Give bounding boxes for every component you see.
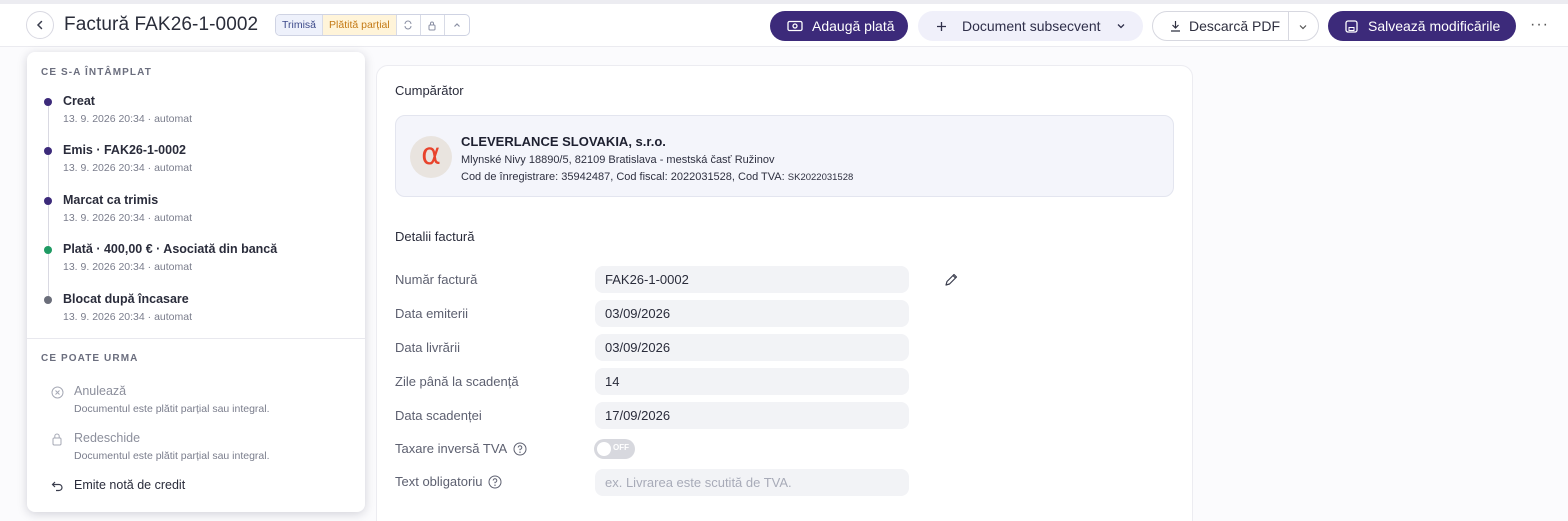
mandatory-text-label-row: Text obligatoriu	[395, 474, 502, 489]
timeline-dot	[44, 296, 52, 304]
timeline-dot	[44, 246, 52, 254]
timeline-item: Blocat după încasare 13. 9. 2026 20:34 ·…	[41, 292, 351, 332]
timeline-item-meta: 13. 9. 2026 20:34 · automat	[63, 162, 193, 174]
credit-note-action-title: Emite notă de credit	[74, 478, 186, 492]
buyer-address: Mlynské Nivy 18890/5, 82109 Bratislava -…	[461, 154, 775, 166]
buyer-logo: α	[410, 136, 452, 178]
toggle-state-text: OFF	[613, 443, 629, 452]
timeline-item: Emis · FAK26-1-0002 13. 9. 2026 20:34 · …	[41, 143, 351, 183]
pencil-edit-icon[interactable]	[943, 272, 959, 288]
download-split-divider	[1288, 12, 1289, 40]
invoice-number-field[interactable]: FAK26-1-0002	[595, 266, 909, 293]
save-icon	[1345, 19, 1358, 33]
due-date-field[interactable]: 17/09/2026	[595, 402, 909, 429]
history-section-title: CE S-A ÎNTÂMPLAT	[41, 67, 152, 78]
timeline-dot	[44, 147, 52, 155]
timeline-dot	[44, 98, 52, 106]
reverse-charge-toggle[interactable]: OFF	[594, 439, 635, 459]
save-changes-button[interactable]: Salvează modificările	[1328, 11, 1516, 41]
panel-divider	[27, 338, 365, 339]
more-options-icon[interactable]: ···	[1530, 16, 1549, 34]
chevron-down-icon[interactable]	[1298, 22, 1308, 32]
timeline-item-meta: 13. 9. 2026 20:34 · automat	[63, 261, 193, 273]
delivery-date-label: Data livrării	[395, 340, 461, 355]
status-badges: Trimisă Plătită parțial	[275, 14, 470, 36]
download-icon	[1171, 21, 1180, 32]
timeline-item-title: Marcat ca trimis	[63, 193, 159, 207]
timeline-item-title: Creat	[63, 94, 95, 108]
save-changes-label: Salvează modificările	[1368, 18, 1501, 34]
chevron-down-icon	[1117, 24, 1124, 29]
cancel-circle-icon	[49, 384, 65, 400]
buyer-codes-text: Cod de înregistrare: 35942487, Cod fisca…	[461, 171, 785, 183]
timeline-item-title: Plată · 400,00 € · Asociată din bancă	[63, 242, 278, 256]
invoice-card: Cumpărător α CLEVERLANCE SLOVAKIA, s.r.o…	[376, 65, 1193, 521]
delivery-date-field[interactable]: 03/09/2026	[595, 334, 909, 361]
issue-date-label: Data emiterii	[395, 306, 468, 321]
credit-note-action[interactable]: Emite notă de credit	[49, 478, 359, 498]
subsequent-document-label: Document subsecvent	[962, 18, 1101, 34]
sync-icon[interactable]	[397, 15, 421, 35]
issue-date-field[interactable]: 03/09/2026	[595, 300, 909, 327]
status-badge-sent: Trimisă	[276, 15, 324, 35]
lock-icon	[49, 431, 65, 447]
reverse-charge-label: Taxare inversă TVA	[395, 441, 508, 456]
cancel-action-title: Anulează	[74, 384, 127, 398]
due-date-label: Data scadenței	[395, 408, 482, 423]
timeline-item: Creat 13. 9. 2026 20:34 · automat	[41, 94, 351, 134]
undo-arrow-icon	[49, 478, 65, 494]
timeline-item: Marcat ca trimis 13. 9. 2026 20:34 · aut…	[41, 193, 351, 233]
toggle-knob	[597, 442, 611, 456]
help-icon[interactable]	[513, 442, 527, 456]
download-pdf-button[interactable]: Descarcă PDF	[1152, 11, 1319, 41]
due-days-field[interactable]: 14	[595, 368, 909, 395]
timeline-dot	[44, 197, 52, 205]
buyer-section-label: Cumpărător	[395, 83, 464, 98]
mandatory-text-label: Text obligatoriu	[395, 474, 483, 489]
lock-icon[interactable]	[421, 15, 445, 35]
page-title: Factură FAK26-1-0002	[64, 14, 259, 35]
reopen-action-title: Redeschide	[74, 431, 141, 445]
timeline-item: Plată · 400,00 € · Asociată din bancă 13…	[41, 242, 351, 282]
timeline-item-meta: 13. 9. 2026 20:34 · automat	[63, 113, 193, 125]
next-section-title: CE POATE URMA	[41, 353, 139, 364]
buyer-codes: Cod de înregistrare: 35942487, Cod fisca…	[461, 171, 853, 183]
cash-icon	[787, 20, 803, 32]
history-panel: CE S-A ÎNTÂMPLAT Creat 13. 9. 2026 20:34…	[27, 52, 365, 512]
download-pdf-label: Descarcă PDF	[1189, 18, 1281, 34]
chevron-up-icon[interactable]	[445, 15, 469, 35]
buyer-logo-letter: α	[421, 137, 441, 172]
invoice-number-label: Număr factură	[395, 272, 478, 287]
add-payment-button[interactable]: Adaugă plată	[770, 11, 908, 41]
back-button[interactable]	[26, 11, 54, 39]
chevron-left-icon	[36, 20, 43, 30]
reopen-action-desc: Documentul este plătit parțial sau integ…	[74, 450, 270, 462]
cancel-action[interactable]: Anulează Documentul este plătit parțial …	[49, 384, 359, 424]
details-section-label: Detalii factură	[395, 229, 475, 244]
buyer-vat-code: SK2022031528	[787, 172, 854, 183]
mandatory-text-field[interactable]: ex. Livrarea este scutită de TVA.	[595, 469, 909, 496]
add-payment-label: Adaugă plată	[812, 18, 895, 34]
timeline-item-title: Emis · FAK26-1-0002	[63, 143, 186, 157]
header-bar: Factură FAK26-1-0002 Trimisă Plătită par…	[0, 4, 1568, 47]
timeline-item-meta: 13. 9. 2026 20:34 · automat	[63, 311, 193, 323]
subsequent-document-button[interactable]: Document subsecvent	[918, 11, 1143, 41]
status-badge-partial: Plătită parțial	[323, 15, 397, 35]
reopen-action[interactable]: Redeschide Documentul este plătit parția…	[49, 431, 359, 471]
plus-icon	[937, 21, 946, 31]
reverse-charge-label-row: Taxare inversă TVA	[395, 441, 527, 456]
buyer-name: CLEVERLANCE SLOVAKIA, s.r.o.	[461, 134, 666, 149]
timeline-item-meta: 13. 9. 2026 20:34 · automat	[63, 212, 193, 224]
help-icon[interactable]	[488, 475, 502, 489]
buyer-box[interactable]: α CLEVERLANCE SLOVAKIA, s.r.o. Mlynské N…	[395, 115, 1174, 197]
timeline-item-title: Blocat după încasare	[63, 292, 189, 306]
cancel-action-desc: Documentul este plătit parțial sau integ…	[74, 403, 270, 415]
due-days-label: Zile până la scadență	[395, 374, 519, 389]
